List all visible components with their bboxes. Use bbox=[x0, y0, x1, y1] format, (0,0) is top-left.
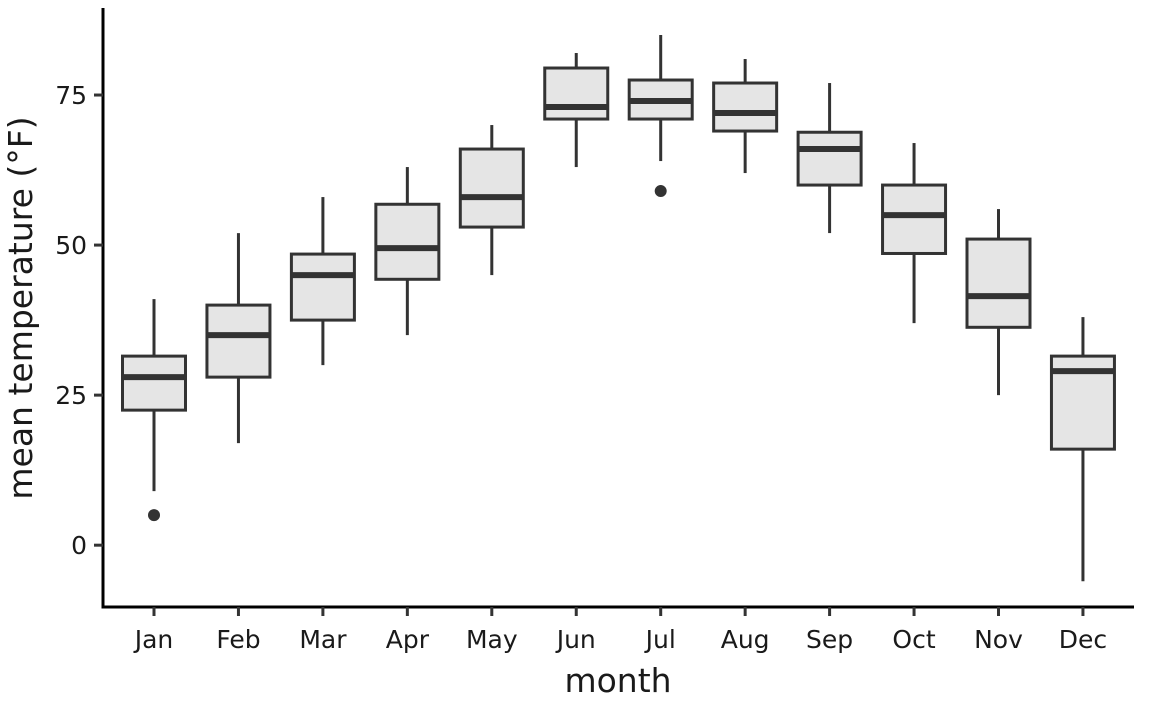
x-tick-label: Mar bbox=[299, 625, 347, 654]
iqr-box bbox=[965, 237, 1032, 329]
y-tick-label: 50 bbox=[55, 231, 87, 260]
box-nov bbox=[965, 209, 1032, 396]
x-tick-label: Jan bbox=[133, 625, 174, 654]
x-tick-label: Aug bbox=[721, 625, 770, 654]
x-tick-label: Sep bbox=[806, 625, 853, 654]
x-tick-label: Apr bbox=[386, 625, 430, 654]
box-oct bbox=[881, 143, 948, 324]
y-tick-label: 0 bbox=[71, 531, 87, 560]
iqr-box bbox=[796, 130, 863, 187]
y-tick-label: 75 bbox=[55, 81, 87, 110]
box-apr bbox=[374, 167, 441, 336]
box-mar bbox=[289, 197, 356, 366]
iqr-box bbox=[289, 252, 356, 322]
iqr-box bbox=[712, 81, 779, 133]
boxplot-chart: 0 25 50 75 Jan Feb Mar Apr May Jun Jul Aug Sep Oct Nov… bbox=[1, 8, 1134, 700]
iqr-box bbox=[543, 66, 610, 121]
box-aug bbox=[712, 59, 779, 174]
box-jul bbox=[627, 35, 694, 198]
y-tick-label: 25 bbox=[55, 381, 87, 410]
x-tick-label: Oct bbox=[892, 625, 935, 654]
x-tick-label: Nov bbox=[974, 625, 1023, 654]
y-axis-title: mean temperature (°F) bbox=[1, 116, 40, 499]
box-feb bbox=[205, 233, 272, 444]
iqr-box bbox=[881, 183, 948, 255]
iqr-box bbox=[458, 147, 525, 229]
box-dec bbox=[1049, 317, 1116, 582]
x-axis-title: month bbox=[564, 661, 671, 700]
box-may bbox=[458, 125, 525, 276]
box-sep bbox=[796, 83, 863, 234]
boxes-layer bbox=[121, 35, 1116, 582]
outlier-point bbox=[148, 509, 160, 522]
iqr-box bbox=[205, 303, 272, 379]
iqr-box bbox=[121, 354, 187, 412]
box-jan bbox=[121, 299, 187, 522]
x-tick-label: Feb bbox=[216, 625, 260, 654]
x-tick-label: Jun bbox=[555, 625, 596, 654]
x-tick-label: Dec bbox=[1059, 625, 1107, 654]
x-tick-label: Jul bbox=[644, 625, 676, 654]
iqr-box bbox=[374, 202, 441, 281]
x-tick-label: May bbox=[466, 625, 518, 654]
box-jun bbox=[543, 53, 610, 168]
outlier-point bbox=[654, 185, 667, 198]
